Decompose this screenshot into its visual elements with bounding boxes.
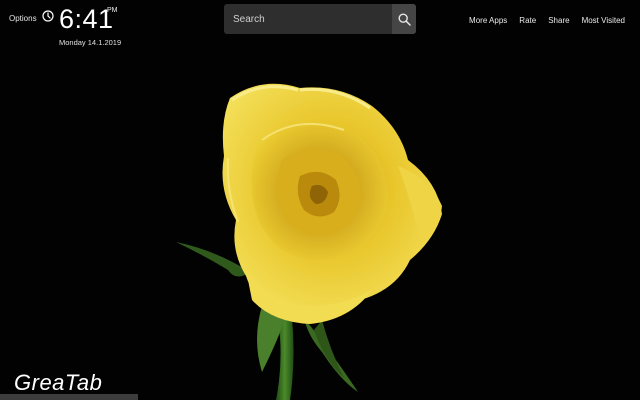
new-tab-page: Options 6:41 PM Monday 14.1.2019 More Ap… (0, 0, 640, 400)
search-icon (397, 12, 411, 26)
nav-rate[interactable]: Rate (519, 16, 536, 25)
top-nav: More Apps Rate Share Most Visited (457, 16, 625, 25)
nav-share[interactable]: Share (548, 16, 569, 25)
brand-area: GreaTab (0, 360, 138, 400)
search-input[interactable] (224, 4, 391, 34)
search-bar (224, 4, 416, 34)
nav-more-apps[interactable]: More Apps (469, 16, 507, 25)
nav-most-visited[interactable]: Most Visited (582, 16, 625, 25)
brand-bar (0, 394, 138, 400)
clock-time: 6:41 (59, 4, 114, 34)
clock-icon[interactable] (42, 10, 54, 22)
wallpaper-rose-image (0, 0, 640, 400)
greatab-logo[interactable]: GreaTab (14, 372, 102, 394)
options-link[interactable]: Options (9, 14, 37, 23)
search-button[interactable] (392, 4, 416, 34)
clock-date: Monday 14.1.2019 (59, 38, 122, 47)
clock-ampm: PM (107, 7, 118, 14)
